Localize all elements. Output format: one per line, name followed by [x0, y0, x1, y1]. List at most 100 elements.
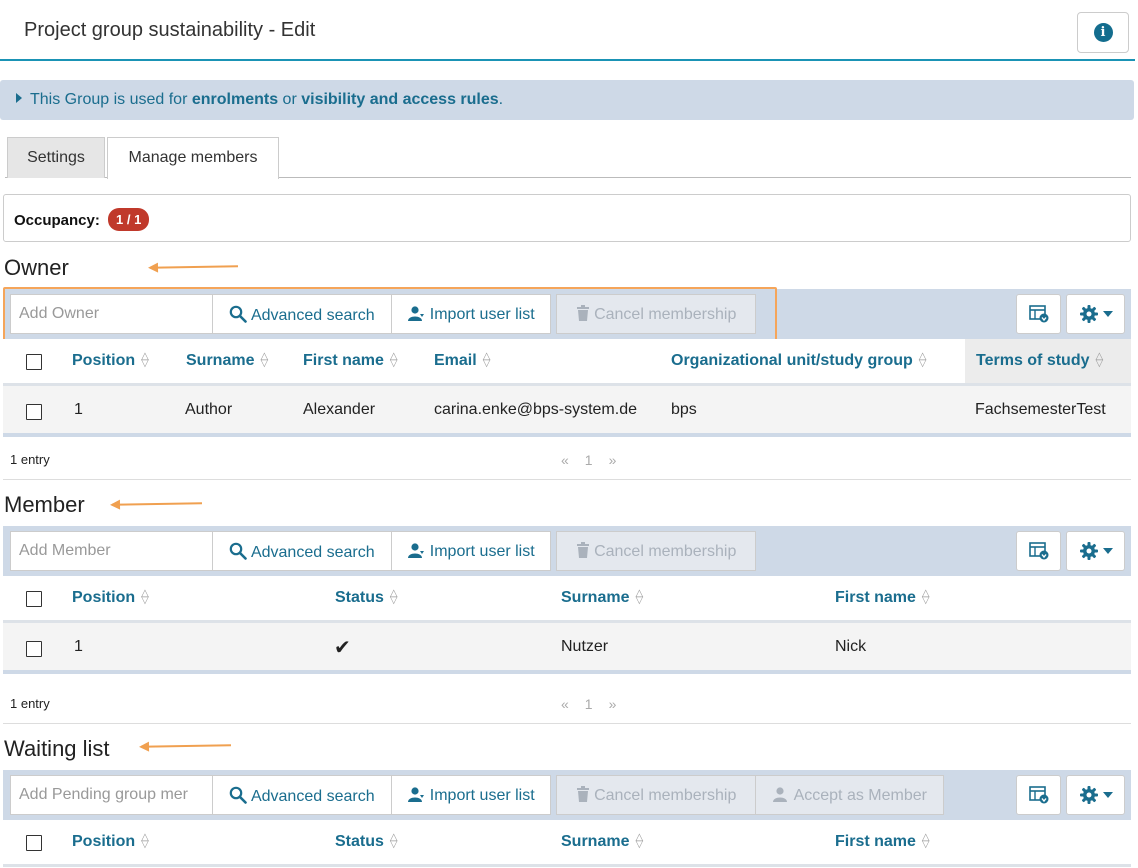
owner-col-org-unit[interactable]: Organizational unit/study group △ ▽: [671, 352, 926, 370]
user-import-icon: [408, 306, 425, 321]
waiting-col-status[interactable]: Status △ ▽: [335, 833, 398, 851]
waiting-settings-dropdown[interactable]: [1066, 775, 1125, 815]
trash-icon: [576, 305, 589, 321]
expand-triangle-icon[interactable]: [16, 93, 22, 103]
owner-cancel-membership-button[interactable]: Cancel membership: [556, 294, 756, 334]
add-member-input[interactable]: Add Member: [10, 531, 213, 571]
page-link[interactable]: 1: [585, 452, 593, 468]
owner-select-all-checkbox[interactable]: [26, 354, 42, 370]
tab-settings[interactable]: Settings: [7, 137, 105, 178]
owner-toolbar: Add Owner Advanced search Import user li…: [3, 289, 1131, 339]
entry-count: 1 entry: [10, 696, 50, 711]
member-advanced-search-button[interactable]: Advanced search: [212, 531, 392, 571]
page-link[interactable]: 1: [585, 696, 593, 712]
member-settings-dropdown[interactable]: [1066, 531, 1125, 571]
occupancy-badge: 1 / 1: [108, 208, 150, 231]
trash-icon: [576, 786, 589, 802]
member-col-first-name[interactable]: First name △ ▽: [835, 589, 930, 607]
search-icon: [230, 305, 248, 323]
search-icon: [230, 542, 248, 560]
annotation-arrow: [111, 502, 203, 506]
pagination: « 1 »: [561, 452, 632, 468]
waiting-col-first-name[interactable]: First name △ ▽: [835, 833, 930, 851]
member-col-surname[interactable]: Surname △ ▽: [561, 589, 643, 607]
owner-col-terms-of-study[interactable]: Terms of study △ ▽: [976, 352, 1103, 370]
sort-icon: △ ▽: [1095, 351, 1104, 369]
sort-icon: △ ▽: [635, 832, 644, 850]
sort-icon: △ ▽: [141, 588, 149, 606]
prev-page-link[interactable]: «: [561, 452, 569, 468]
waiting-select-all-checkbox[interactable]: [26, 835, 42, 851]
member-cancel-membership-button[interactable]: Cancel membership: [556, 531, 756, 571]
owner-col-surname[interactable]: Surname △ ▽: [186, 352, 268, 370]
waiting-advanced-search-button[interactable]: Advanced search: [212, 775, 392, 815]
owner-settings-dropdown[interactable]: [1066, 294, 1125, 334]
waiting-cancel-membership-button[interactable]: Cancel membership: [556, 775, 756, 815]
annotation-arrow: [149, 265, 239, 269]
member-select-all-checkbox[interactable]: [26, 591, 42, 607]
waiting-export-button[interactable]: [1016, 775, 1061, 815]
table-row: 1 Author Alexander carina.enke@bps-syste…: [3, 386, 1131, 437]
occupancy-label: Occupancy:: [14, 212, 100, 229]
prev-page-link[interactable]: «: [561, 696, 569, 712]
member-col-position[interactable]: Position △ ▽: [72, 589, 149, 607]
user-accept-icon: [773, 787, 788, 802]
member-table-header: Position △ ▽ Status △ ▽ Surname △ ▽ First name…: [3, 576, 1131, 623]
owner-advanced-search-button[interactable]: Advanced search: [212, 294, 392, 334]
owner-import-user-list-button[interactable]: Import user list: [391, 294, 551, 334]
sort-icon: △ ▽: [635, 588, 644, 606]
member-table-footer: 1 entry « 1 »: [3, 684, 1131, 724]
waiting-list-section-title: Waiting list: [4, 736, 110, 761]
pagination: « 1 »: [561, 696, 632, 712]
next-page-link[interactable]: »: [609, 452, 617, 468]
accept-as-member-button[interactable]: Accept as Member: [755, 775, 944, 815]
member-col-status[interactable]: Status △ ▽: [335, 589, 398, 607]
member-toolbar: Add Member Advanced search Import user l…: [3, 526, 1131, 576]
user-import-icon: [408, 543, 425, 558]
sort-icon: △ ▽: [141, 351, 149, 369]
member-import-user-list-button[interactable]: Import user list: [391, 531, 551, 571]
user-import-icon: [408, 787, 425, 802]
tab-manage-members[interactable]: Manage members: [107, 137, 279, 179]
sort-icon: △ ▽: [389, 588, 398, 606]
visibility-rules-link[interactable]: visibility and access rules: [301, 91, 498, 108]
enrolments-link[interactable]: enrolments: [192, 91, 278, 108]
add-owner-input[interactable]: Add Owner: [10, 294, 213, 334]
waiting-col-position[interactable]: Position △ ▽: [72, 833, 149, 851]
sort-icon: △ ▽: [389, 832, 398, 850]
sort-icon: △ ▽: [260, 351, 269, 369]
member-export-button[interactable]: [1016, 531, 1061, 571]
owner-col-position[interactable]: Position △ ▽: [72, 352, 149, 370]
sort-icon: △ ▽: [918, 351, 927, 369]
row-checkbox[interactable]: [26, 404, 42, 420]
next-page-link[interactable]: »: [609, 696, 617, 712]
entry-count: 1 entry: [10, 452, 50, 467]
caret-down-icon: [1102, 548, 1113, 554]
waiting-import-user-list-button[interactable]: Import user list: [391, 775, 551, 815]
gear-icon: [1079, 786, 1098, 804]
owner-col-email[interactable]: Email △ ▽: [434, 352, 490, 370]
info-icon: i: [1093, 23, 1113, 42]
page-title: Project group sustainability - Edit: [24, 19, 316, 41]
sort-icon: △ ▽: [141, 832, 149, 850]
member-section-title: Member: [4, 492, 85, 517]
annotation-arrow: [140, 744, 232, 748]
table-row: 1 ✔ Nutzer Nick: [3, 623, 1131, 674]
caret-down-icon: [1102, 792, 1113, 798]
waiting-col-surname[interactable]: Surname △ ▽: [561, 833, 643, 851]
gear-icon: [1079, 305, 1098, 323]
owner-export-button[interactable]: [1016, 294, 1061, 334]
waiting-list-toolbar: Add Pending group mer Advanced search Im…: [3, 770, 1131, 820]
status-check-icon: ✔: [334, 637, 351, 659]
sort-icon: △ ▽: [921, 588, 930, 606]
info-button[interactable]: i: [1077, 12, 1129, 53]
trash-icon: [576, 542, 589, 558]
search-icon: [230, 786, 248, 804]
export-table-icon: [1028, 305, 1048, 323]
owner-table-header: Position △ ▽ Surname △ ▽ First name △ ▽ Email △…: [3, 339, 1131, 386]
group-usage-notice[interactable]: This Group is used for enrolments or vis…: [0, 80, 1134, 120]
row-checkbox[interactable]: [26, 641, 42, 657]
owner-col-first-name[interactable]: First name △ ▽: [303, 352, 398, 370]
add-pending-input[interactable]: Add Pending group mer: [10, 775, 213, 815]
export-table-icon: [1028, 786, 1048, 804]
